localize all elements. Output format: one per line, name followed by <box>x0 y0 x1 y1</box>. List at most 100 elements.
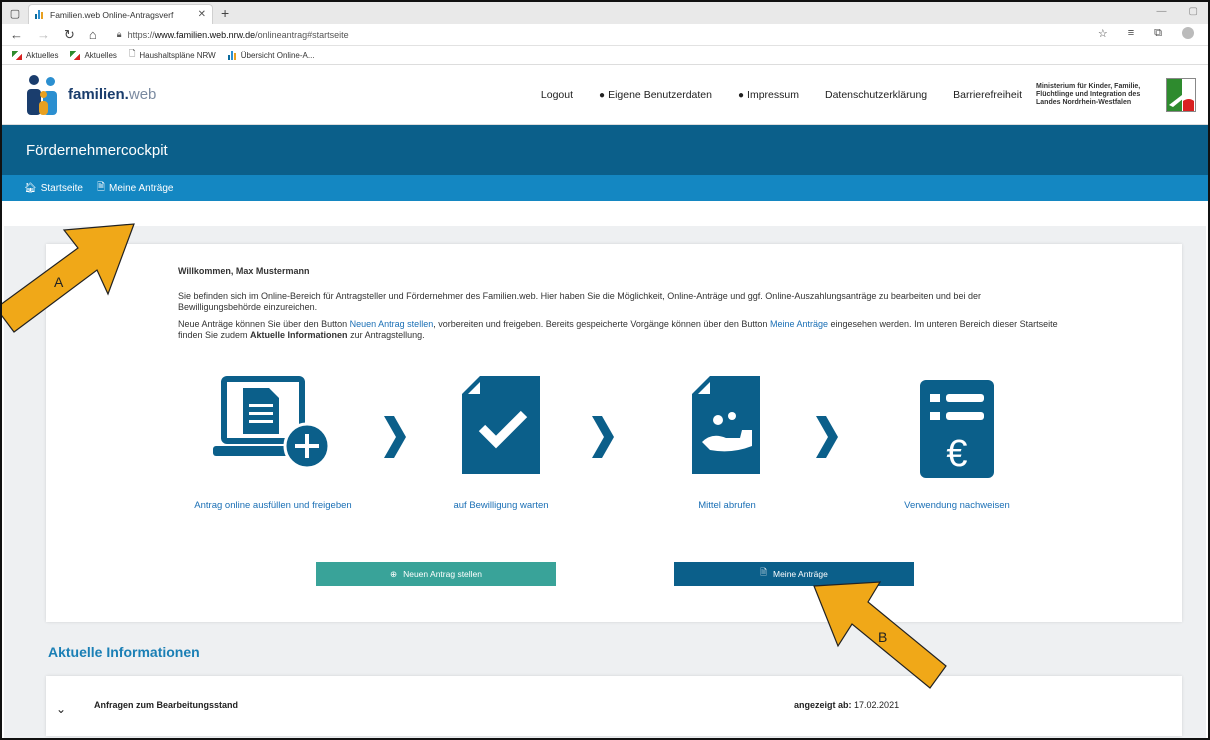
chevron-right-icon <box>384 416 406 458</box>
date-value: 17.02.2021 <box>854 700 900 710</box>
document-icon: 🗎︎ <box>96 181 105 193</box>
subnav-home[interactable]: 🏠︎ Startseite <box>24 183 83 194</box>
process-steps: € Antrag online ausfüllen und freigeben … <box>46 374 1182 534</box>
logo-text: familien.web <box>68 86 156 103</box>
bookmarks-bar: Aktuelles Aktuelles 🗋︎ Haushaltspläne NRW… <box>2 46 1208 65</box>
bookmark-label: Haushaltspläne NRW <box>139 50 216 60</box>
favicon-icon <box>35 10 45 19</box>
address-bar: ← → ↻ ⌂ 🔒︎ https://www.familien.web.nrw.… <box>2 24 1208 46</box>
minimize-icon[interactable]: — <box>1157 6 1167 17</box>
subnav-my-applications[interactable]: 🗎︎ Meine Anträge <box>97 180 174 197</box>
url-field[interactable]: 🔒︎ https://www.familien.web.nrw.de/onlin… <box>117 29 1084 40</box>
restore-icon[interactable]: ▢ <box>1189 6 1198 17</box>
bookmark-item[interactable]: Übersicht Online-A... <box>227 50 315 60</box>
hand-coin-icon <box>692 376 760 474</box>
nav-privacy[interactable]: Datenschutzerklärung <box>825 89 927 101</box>
step-label: Verwendung nachweisen <box>904 500 1010 511</box>
button-label: Meine Anträge <box>773 569 828 579</box>
url-host: www.familien.web.nrw.de <box>154 29 256 40</box>
bookmark-item[interactable]: 🗋︎ Haushaltspläne NRW <box>129 48 216 62</box>
chevron-right-icon <box>816 416 838 458</box>
lock-icon: 🔒︎ <box>116 29 122 39</box>
nav-logout[interactable]: Logout <box>541 89 573 101</box>
document-icon: 🗎︎ <box>760 567 767 577</box>
url-scheme: https:// <box>127 29 155 40</box>
familien-web-logo[interactable]: familien.web <box>26 74 156 115</box>
tab-actions-icon[interactable]: ▢ <box>2 7 28 20</box>
nav-label: Eigene Benutzerdaten <box>608 88 712 101</box>
button-label: Neuen Antrag stellen <box>403 569 483 579</box>
logo-text-light: web <box>128 86 157 103</box>
info-item-date: angezeigt ab: 17.02.2021 <box>794 700 899 710</box>
main-content: Willkommen, Max Mustermann Sie befinden … <box>4 226 1206 738</box>
family-logo-icon <box>26 74 64 115</box>
browser-window: ▢ Familien.web Online-Antragsverf ✕ + — … <box>0 0 1210 740</box>
info-circle-icon: ● <box>738 89 745 101</box>
list-euro-icon: € <box>920 380 994 478</box>
home-icon: 🏠︎ <box>24 182 37 194</box>
bookmark-label: Aktuelles <box>26 50 59 60</box>
reload-icon[interactable]: ↻ <box>64 27 75 43</box>
chevron-right-icon <box>592 416 614 458</box>
logo-text-bold: familien. <box>68 86 129 103</box>
profile-icon[interactable] <box>1182 27 1194 42</box>
home-icon[interactable]: ⌂ <box>89 27 97 42</box>
nrw-logo-icon <box>70 50 81 60</box>
bookmark-item[interactable]: Aktuelles <box>70 50 117 60</box>
nav-label: Impressum <box>747 88 799 101</box>
page-banner: Fördernehmercockpit <box>2 125 1208 175</box>
step-label: Antrag online ausfüllen und freigeben <box>194 500 352 511</box>
step-label: auf Bewilligung warten <box>453 500 549 511</box>
window-controls: — ▢ <box>1157 6 1198 17</box>
nav-imprint[interactable]: ● Impressum <box>738 89 799 101</box>
welcome-card: Willkommen, Max Mustermann Sie befinden … <box>46 244 1182 622</box>
bookmark-label: Aktuelles <box>84 50 117 60</box>
sub-navigation: 🏠︎ Startseite 🗎︎ Meine Anträge <box>2 175 1208 201</box>
user-circle-icon: ● <box>599 89 606 101</box>
browser-tab[interactable]: Familien.web Online-Antragsverf ✕ <box>28 4 213 24</box>
welcome-paragraph-1: Sie befinden sich im Online-Bereich für … <box>178 291 981 312</box>
new-application-button[interactable]: ⊕ Neuen Antrag stellen <box>316 562 556 586</box>
subnav-label: Meine Anträge <box>109 182 174 194</box>
forward-icon[interactable]: → <box>37 27 50 42</box>
back-icon[interactable]: ← <box>10 27 23 42</box>
welcome-text: Willkommen, Max Mustermann Sie befinden … <box>178 266 1058 347</box>
welcome-paragraph-2: Neue Anträge können Sie über den Button … <box>178 319 1058 340</box>
laptop-document-plus-icon <box>213 376 331 470</box>
tab-bar: ▢ Familien.web Online-Antragsverf ✕ + — … <box>2 2 1208 24</box>
banner-title: Fördernehmercockpit <box>26 141 168 159</box>
nav-accessibility[interactable]: Barrierefreiheit <box>953 89 1022 101</box>
welcome-greeting: Willkommen, Max Mustermann <box>178 266 310 276</box>
bookmark-item[interactable]: Aktuelles <box>12 50 59 60</box>
my-applications-button[interactable]: 🗎︎ Meine Anträge <box>674 562 914 586</box>
ministry-name: Ministerium für Kinder, Familie, Flüchtl… <box>1036 82 1141 106</box>
svg-text:€: € <box>946 433 967 475</box>
site-header: familien.web Logout ● Eigene Benutzerdate… <box>2 65 1208 125</box>
favorites-list-icon[interactable]: ≡ <box>1128 27 1134 42</box>
chevron-down-icon[interactable]: ⌄ <box>56 702 66 716</box>
bookmark-label: Übersicht Online-A... <box>240 50 315 60</box>
nrw-crest-icon <box>1166 77 1196 112</box>
link-my-applications[interactable]: Meine Anträge <box>770 319 828 329</box>
step-label: Mittel abrufen <box>698 500 756 511</box>
date-label: angezeigt ab: <box>794 700 852 710</box>
new-tab-icon[interactable]: + <box>221 5 229 21</box>
nav-user-data[interactable]: ● Eigene Benutzerdaten <box>599 89 712 101</box>
info-item-title: Anfragen zum Bearbeitungsstand <box>94 700 239 710</box>
tab-title: Familien.web Online-Antragsverf <box>50 9 174 20</box>
document-check-icon <box>462 376 540 474</box>
browser-toolbar-right: ☆ ≡ ⧉ <box>1098 27 1194 42</box>
info-section-title: Aktuelle Informationen <box>48 644 200 660</box>
info-accordion-item[interactable]: ⌄ Anfragen zum Bearbeitungsstand angezei… <box>46 676 1182 736</box>
plus-circle-icon: ⊕ <box>389 568 398 579</box>
tab-close-icon[interactable]: ✕ <box>198 9 206 20</box>
link-new-application[interactable]: Neuen Antrag stellen <box>350 319 434 329</box>
subnav-label: Startseite <box>40 182 83 194</box>
favicon-icon <box>227 50 237 60</box>
collections-icon[interactable]: ⧉ <box>1154 27 1162 42</box>
nrw-logo-icon <box>12 50 22 60</box>
favorite-icon[interactable]: ☆ <box>1098 27 1108 42</box>
url-path: /onlineantrag#startseite <box>255 29 349 40</box>
main-nav: Logout ● Eigene Benutzerdaten ● Impressum … <box>541 89 1022 101</box>
page-icon: 🗋︎ <box>128 49 136 58</box>
